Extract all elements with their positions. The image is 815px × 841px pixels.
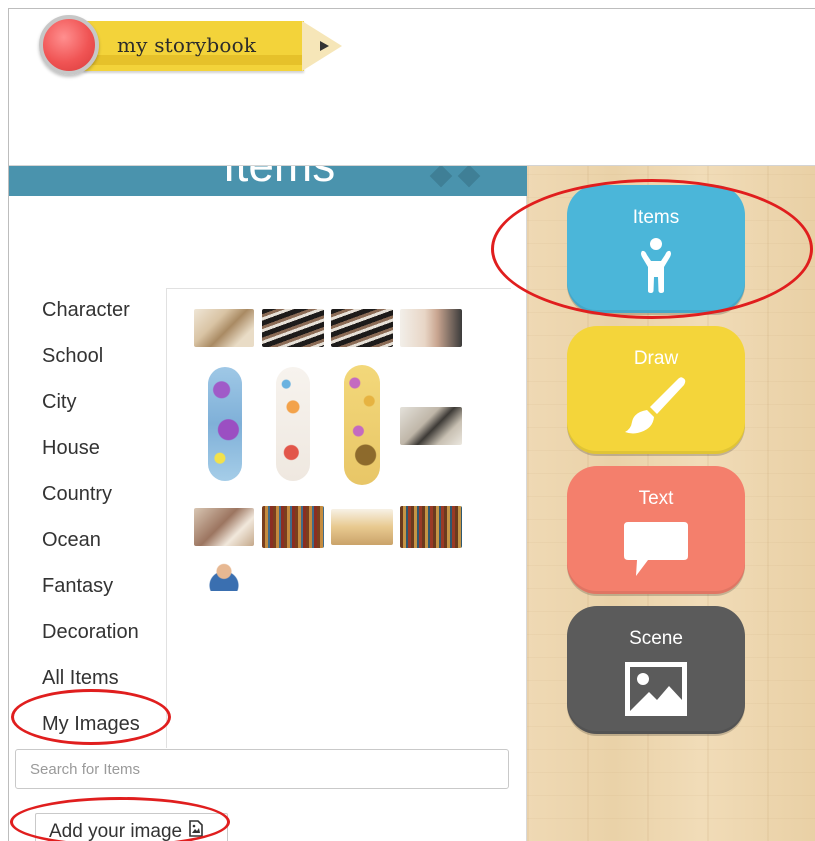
image-thumbnail[interactable] xyxy=(262,506,324,548)
panel-title-bar: Items xyxy=(9,166,527,196)
person-icon xyxy=(639,237,673,298)
tool-scene-button[interactable]: Scene xyxy=(567,606,745,734)
tool-draw-button[interactable]: Draw xyxy=(567,326,745,454)
add-image-label: Add your image xyxy=(49,821,183,841)
app-header: my storybook xyxy=(9,9,815,166)
category-house[interactable]: House xyxy=(42,432,172,478)
category-character[interactable]: Character xyxy=(42,294,172,340)
category-ocean[interactable]: Ocean xyxy=(42,524,172,570)
panel-arrow-icon[interactable] xyxy=(457,166,481,188)
image-thumbnail[interactable] xyxy=(262,309,324,347)
image-icon xyxy=(623,660,689,723)
panel-title: Items xyxy=(179,166,379,192)
category-fantasy[interactable]: Fantasy xyxy=(42,570,172,616)
logo-eraser-icon xyxy=(39,15,99,75)
image-thumbnail[interactable] xyxy=(400,506,462,548)
add-your-image-button[interactable]: Add your image xyxy=(35,813,228,841)
app-frame: my storybook Items Character School City… xyxy=(8,8,815,841)
tool-panel: Items Draw Text Scene xyxy=(527,166,815,841)
search-box[interactable] xyxy=(15,749,509,789)
category-school[interactable]: School xyxy=(42,340,172,386)
tool-text-label: Text xyxy=(638,488,674,509)
logo-text: my storybook xyxy=(117,33,257,57)
image-thumbnail[interactable] xyxy=(344,365,380,485)
items-panel: Items Character School City House Countr… xyxy=(9,166,527,841)
image-thumbnail[interactable] xyxy=(400,407,462,445)
category-my-images[interactable]: My Images xyxy=(42,708,172,754)
category-decoration[interactable]: Decoration xyxy=(42,616,172,662)
tool-draw-label: Draw xyxy=(633,348,679,369)
storybook-logo[interactable]: my storybook xyxy=(37,15,342,79)
category-city[interactable]: City xyxy=(42,386,172,432)
tool-text-button[interactable]: Text xyxy=(567,466,745,594)
category-list: Character School City House Country Ocea… xyxy=(42,294,172,754)
image-thumbnail[interactable] xyxy=(276,367,310,481)
file-image-icon xyxy=(189,814,204,841)
image-thumbnail[interactable] xyxy=(194,508,254,546)
image-thumbnail[interactable] xyxy=(400,309,462,347)
grid-top-border xyxy=(166,288,511,289)
category-all-items[interactable]: All Items xyxy=(42,662,172,708)
speech-bubble-icon xyxy=(622,520,690,583)
tool-items-label: Items xyxy=(632,207,680,228)
image-thumbnail[interactable] xyxy=(194,309,254,347)
tool-items-button[interactable]: Items xyxy=(567,185,745,313)
tool-scene-label: Scene xyxy=(629,628,683,649)
grid-divider xyxy=(166,288,167,748)
search-input[interactable] xyxy=(16,750,508,788)
image-thumbnail[interactable] xyxy=(201,563,247,591)
panel-arrow-icon[interactable] xyxy=(429,166,453,188)
logo-pencil-lead xyxy=(320,41,329,51)
image-thumbnail[interactable] xyxy=(331,309,393,347)
image-thumbnail[interactable] xyxy=(331,509,393,545)
image-thumbnail[interactable] xyxy=(208,367,242,481)
paintbrush-icon xyxy=(623,374,689,441)
category-country[interactable]: Country xyxy=(42,478,172,524)
